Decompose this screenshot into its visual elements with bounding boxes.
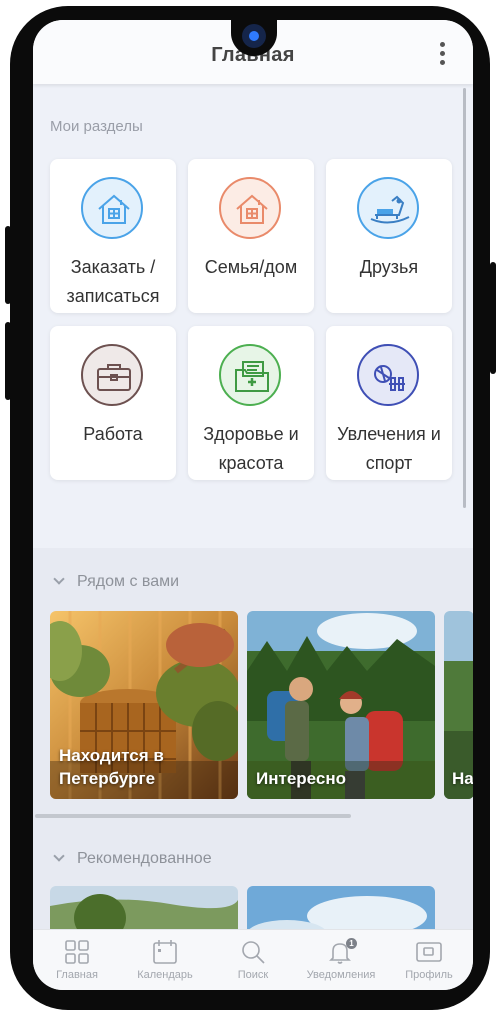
tile-family-home[interactable]: Семья/дом (188, 159, 314, 313)
sports-icon (357, 344, 419, 406)
tile-work[interactable]: Работа (50, 326, 176, 480)
tile-friends-label: Друзья (359, 257, 419, 277)
tile-order-label: Заказать / записаться (66, 257, 160, 306)
house-icon (219, 177, 281, 239)
more-menu-icon[interactable] (437, 42, 447, 70)
nav-home[interactable]: Главная (33, 930, 121, 990)
nearby-card-partial-text: На Пе (452, 769, 473, 788)
app-screen: Главная Мои разделы Заказать / записатьс… (33, 20, 473, 990)
nearby-card-sauna-text: Находится в Петербурге (59, 746, 164, 788)
nearby-card-sauna[interactable]: Находится в Петербурге (50, 611, 238, 799)
volume-up-button (5, 226, 11, 304)
nearby-card-hikers-text: Интересно (256, 769, 346, 788)
recommended-section-header[interactable]: Рекомендованное (53, 850, 212, 868)
briefcase-icon (81, 344, 143, 406)
medical-folder-icon (219, 344, 281, 406)
my-sections-title: Мои разделы (50, 118, 143, 135)
chevron-down-icon (53, 850, 65, 862)
tile-family-home-label: Семья/дом (204, 257, 298, 277)
tile-order[interactable]: Заказать / записаться (50, 159, 176, 313)
grid-icon (65, 940, 89, 964)
tile-hobbies-sport[interactable]: Увлечения и спорт (326, 326, 452, 480)
vertical-scrollbar[interactable] (463, 88, 466, 508)
power-button (490, 262, 496, 374)
notification-badge: 1 (346, 938, 357, 949)
nearby-card-partial[interactable]: На Пе (444, 611, 473, 799)
profile-icon (416, 942, 442, 962)
nav-calendar[interactable]: Календарь (121, 930, 209, 990)
tile-health-beauty[interactable]: Здоровье и красота (188, 326, 314, 480)
search-icon (242, 941, 265, 964)
volume-down-button (5, 322, 11, 400)
tile-health-beauty-label: Здоровье и красота (203, 424, 299, 473)
nav-search-label: Поиск (237, 969, 269, 981)
nearby-card-hikers[interactable]: Интересно (247, 611, 435, 799)
tile-friends[interactable]: Друзья (326, 159, 452, 313)
tile-hobbies-sport-label: Увлечения и спорт (337, 424, 441, 473)
nav-profile-label: Профиль (405, 969, 453, 981)
nav-calendar-label: Календарь (137, 969, 193, 981)
calendar-icon (153, 940, 177, 964)
bottom-navigation: Главная Календарь Поиск 1 Уведомления Пр… (33, 929, 473, 990)
horizontal-scrollbar[interactable] (35, 814, 351, 818)
nav-profile[interactable]: Профиль (385, 930, 473, 990)
house-icon (81, 177, 143, 239)
recommended-section-title: Рекомендованное (77, 850, 212, 867)
tile-work-label: Работа (83, 424, 143, 444)
chevron-down-icon (53, 573, 65, 585)
nav-home-label: Главная (56, 969, 98, 981)
nav-notifications-label: Уведомления (306, 969, 376, 981)
nav-notifications[interactable]: 1 Уведомления (297, 930, 385, 990)
nearby-section-header[interactable]: Рядом с вами (53, 573, 180, 591)
rocking-horse-icon (357, 177, 419, 239)
nearby-section-title: Рядом с вами (77, 573, 180, 590)
nav-search[interactable]: Поиск (209, 930, 297, 990)
